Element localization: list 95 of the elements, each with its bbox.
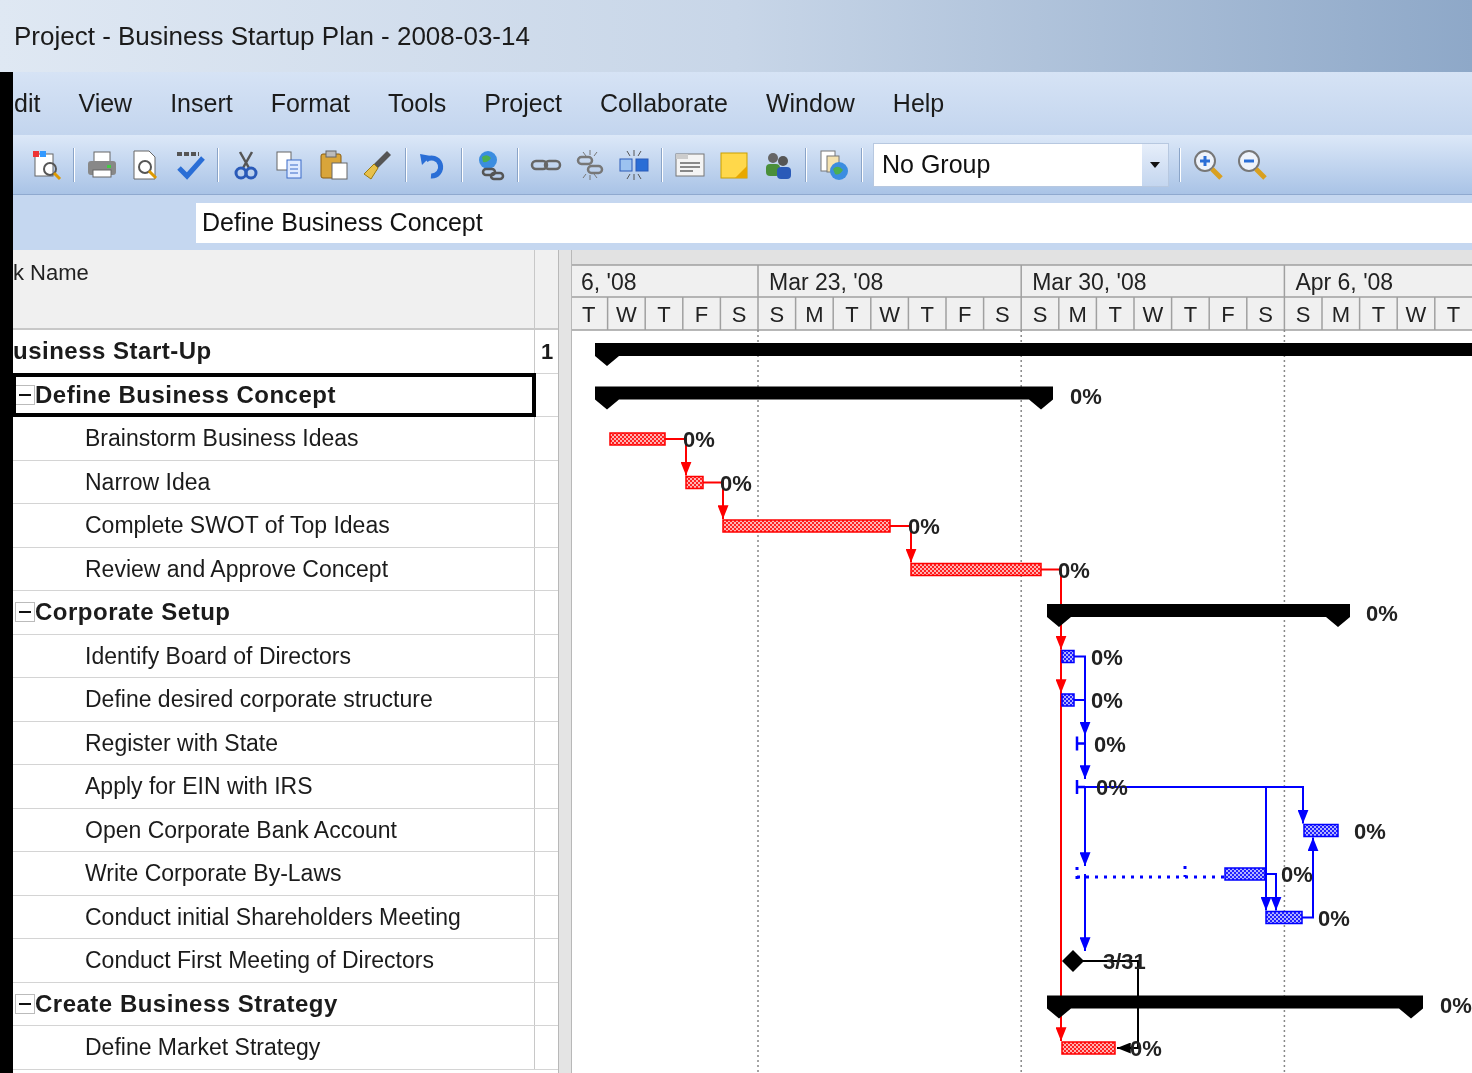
task-bar[interactable] (910, 562, 1042, 577)
zoom-out-icon[interactable] (1235, 147, 1269, 182)
task-bar[interactable] (1061, 693, 1075, 707)
split-task-icon[interactable] (617, 147, 651, 182)
task-name-cell[interactable]: Write Corporate By-Laws (13, 852, 535, 895)
bar-label: 0% (908, 514, 940, 539)
timescale-day-label: S (769, 302, 785, 327)
timescale-day-label: S (1295, 302, 1311, 327)
timescale-day-label: S (1032, 302, 1048, 327)
milestone-diamond[interactable] (1062, 950, 1084, 972)
timescale-day-label: F (1221, 302, 1235, 327)
task-name-cell[interactable]: Corporate Setup (13, 591, 535, 634)
task-start-marker[interactable] (1075, 778, 1087, 796)
bar-label: 0% (1058, 557, 1090, 583)
entry-field[interactable]: Define Business Concept (196, 202, 1472, 243)
bar-label: 0% (1318, 905, 1350, 931)
timescale-day-label: W (879, 302, 900, 327)
timescale-day-label: T (1108, 302, 1122, 327)
timescale-day-label: T (1446, 302, 1461, 327)
task-name-cell[interactable]: Register with State (13, 721, 535, 764)
timescale-day-label: S (731, 302, 747, 327)
timescale-day-label: W (1142, 302, 1164, 327)
collapse-toggle-icon[interactable] (15, 602, 35, 623)
bar-label: 0% (1094, 731, 1126, 757)
task-name-cell[interactable]: Narrow Idea (13, 460, 535, 503)
timescale-day-label: M (1068, 302, 1087, 327)
task-name-cell[interactable]: Brainstorm Business Ideas (13, 417, 535, 460)
task-name-cell[interactable]: Identify Board of Directors (13, 634, 535, 677)
bar-label: 0% (1091, 688, 1123, 713)
collapse-toggle-icon[interactable] (15, 384, 35, 405)
bar-label: 0% (1366, 601, 1398, 626)
timescale-day-label: T (582, 302, 596, 327)
menu-item[interactable]: Tools (387, 84, 447, 123)
summary-bar[interactable] (595, 386, 1053, 410)
group-dropdown[interactable]: No Group (873, 142, 1169, 187)
bar-label: 0% (1440, 992, 1472, 1018)
menu-item[interactable]: View (78, 84, 133, 123)
task-bar[interactable] (1265, 910, 1303, 925)
task-name-cell[interactable]: Define Business Concept (13, 373, 535, 416)
timescale-day-label: S (995, 302, 1010, 327)
timescale-day-label: T (1371, 302, 1386, 327)
timescale-day-label: S (1258, 302, 1273, 327)
timescale-day-label: F (958, 302, 972, 327)
menu-item[interactable]: Format (270, 84, 350, 123)
task-name-cell[interactable]: Define Market Strategy (13, 1026, 535, 1069)
task-bar[interactable] (1061, 649, 1075, 664)
task-name-cell[interactable]: Conduct First Meeting of Directors (13, 939, 535, 982)
task-name-cell[interactable]: Apply for EIN with IRS (13, 765, 535, 808)
copy-picture-icon[interactable] (817, 147, 851, 182)
task-name-cell[interactable]: Review and Approve Concept (13, 547, 535, 590)
timescale-week-label: Mar 23, '08 (769, 269, 884, 295)
timescale-day-label: T (920, 302, 934, 327)
bar-label: 0% (1070, 383, 1102, 409)
bar-label: 0% (720, 470, 752, 496)
menu-item[interactable]: Project (484, 84, 563, 123)
summary-bar[interactable] (595, 343, 1472, 366)
column-header[interactable]: k Name (13, 260, 89, 285)
table-cell-text: 1 (541, 337, 554, 366)
timescale-day-label: W (616, 302, 637, 327)
timescale-day-label: M (1331, 302, 1350, 327)
dropdown-arrow-icon (1149, 160, 1161, 169)
task-name-cell[interactable]: Define desired corporate structure (13, 678, 535, 721)
window-title: Project - Business Startup Plan - 2008-03-14 (14, 19, 530, 53)
timescale-day-label: T (845, 302, 859, 327)
task-name-cell[interactable]: Conduct initial Shareholders Meeting (13, 895, 535, 938)
task-bar[interactable] (1303, 823, 1339, 838)
menu-item[interactable]: Insert (170, 84, 233, 123)
menu-item[interactable]: Help (892, 84, 945, 123)
collapse-toggle-icon[interactable] (15, 993, 35, 1014)
menu-item[interactable]: Window (765, 84, 855, 123)
task-bar[interactable] (685, 475, 704, 490)
timescale-day-label: T (657, 302, 671, 327)
timescale-day-label: T (1183, 302, 1198, 327)
timescale-day-label: F (694, 302, 709, 327)
timescale-week-label: 6, '08 (581, 269, 637, 295)
bar-label: 0% (1354, 818, 1386, 844)
timescale-day-label: M (805, 302, 824, 327)
task-name-cell[interactable]: Complete SWOT of Top Ideas (13, 504, 535, 547)
zoom-in-icon[interactable] (1191, 147, 1225, 182)
menu-item[interactable]: Collaborate (600, 84, 728, 123)
menu-item[interactable]: dit (14, 84, 41, 123)
paste-icon[interactable] (317, 147, 351, 182)
task-name-cell[interactable]: Open Corporate Bank Account (13, 808, 535, 851)
task-name-cell[interactable]: Create Business Strategy (13, 982, 535, 1025)
summary-bar[interactable] (1047, 604, 1350, 627)
task-start-marker[interactable] (1075, 735, 1087, 752)
timescale-week-label: Mar 30, '08 (1032, 269, 1147, 295)
bar-label: 0% (683, 427, 715, 452)
timescale-week-label: Apr 6, '08 (1295, 269, 1394, 295)
timescale-day-label: W (1405, 302, 1427, 327)
split-task-bar[interactable] (1075, 864, 1266, 882)
bar-label: 0% (1091, 644, 1123, 670)
summary-bar[interactable] (1047, 995, 1423, 1019)
task-name-cell[interactable]: usiness Start-Up (13, 330, 535, 373)
bar-label: 0% (1130, 1036, 1162, 1061)
